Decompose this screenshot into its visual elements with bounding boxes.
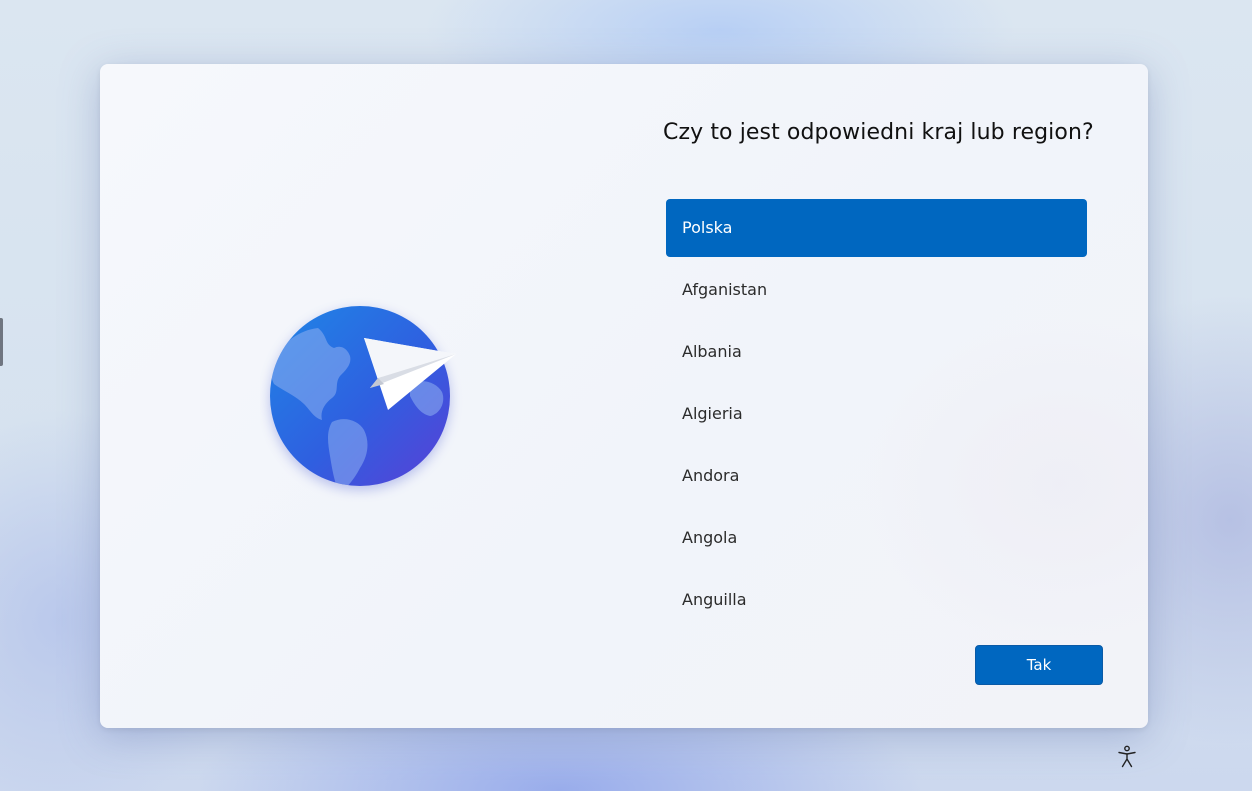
page-title: Czy to jest odpowiedni kraj lub region? [663, 120, 1094, 145]
globe-illustration-svg [270, 306, 456, 490]
country-list[interactable]: Polska Afganistan Albania Algieria Andor… [666, 199, 1087, 611]
list-item[interactable]: Angola [666, 509, 1087, 567]
accessibility-icon[interactable] [1116, 745, 1138, 769]
list-item[interactable]: Andora [666, 447, 1087, 505]
list-item[interactable]: Algieria [666, 385, 1087, 443]
accessibility-icon-svg [1118, 745, 1136, 768]
list-item[interactable]: Afganistan [666, 261, 1087, 319]
side-edge-handle [0, 318, 3, 366]
region-selection-dialog: Czy to jest odpowiedni kraj lub region? … [100, 64, 1148, 728]
confirm-button[interactable]: Tak [975, 645, 1103, 685]
list-item[interactable]: Anguilla [666, 571, 1087, 611]
globe-with-paper-plane-icon [260, 292, 480, 502]
list-item[interactable]: Albania [666, 323, 1087, 381]
list-item-selected[interactable]: Polska [666, 199, 1087, 257]
